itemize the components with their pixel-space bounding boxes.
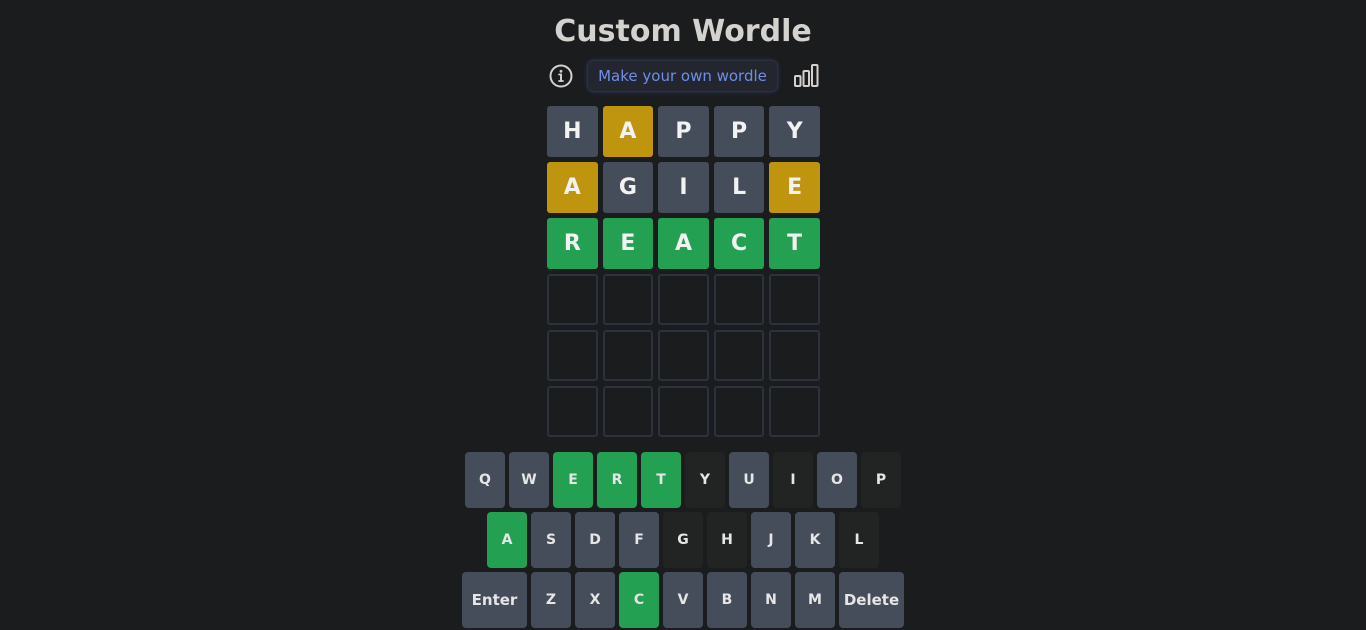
letter-tile-empty xyxy=(713,386,765,437)
letter-tile-empty xyxy=(658,386,709,437)
key-g[interactable]: G xyxy=(663,512,703,568)
keyboard-row: QWERTYUIOP xyxy=(0,452,1366,508)
keyboard-row: Enter Z X C V B N M Delete xyxy=(0,572,1366,628)
key-o[interactable]: O xyxy=(817,452,857,508)
letter-tile-absent: P xyxy=(713,106,765,157)
key-w[interactable]: W xyxy=(509,452,549,508)
key-enter[interactable]: Enter xyxy=(462,572,527,628)
key-r[interactable]: R xyxy=(597,452,637,508)
key-b[interactable]: B xyxy=(707,572,747,628)
letter-tile-absent: Y xyxy=(769,106,820,157)
key-t[interactable]: T xyxy=(641,452,681,508)
letter-tile-empty xyxy=(547,274,598,325)
key-p[interactable]: P xyxy=(861,452,901,508)
key-z[interactable]: Z xyxy=(531,572,571,628)
letter-tile-absent: H xyxy=(547,106,598,157)
letter-tile-empty xyxy=(547,330,598,381)
board-row: AGILE xyxy=(547,162,820,213)
key-a[interactable]: A xyxy=(487,512,527,568)
key-e[interactable]: E xyxy=(553,452,593,508)
page-title: Custom Wordle xyxy=(554,14,812,49)
letter-tile-correct: R xyxy=(547,218,598,269)
game-board: HAPPYAGILEREACT xyxy=(547,106,820,442)
letter-tile-empty xyxy=(713,274,765,325)
key-q[interactable]: Q xyxy=(465,452,505,508)
bar-chart-icon xyxy=(794,64,819,87)
key-k[interactable]: K xyxy=(795,512,835,568)
letter-tile-correct: C xyxy=(713,218,765,269)
key-v[interactable]: V xyxy=(663,572,703,628)
info-button[interactable] xyxy=(548,63,574,89)
key-u[interactable]: U xyxy=(729,452,769,508)
key-d[interactable]: D xyxy=(575,512,615,568)
board-row xyxy=(547,274,820,325)
key-h[interactable]: H xyxy=(707,512,747,568)
letter-tile-empty xyxy=(713,330,765,381)
letter-tile-empty xyxy=(658,330,709,381)
toolbar: Make your own wordle xyxy=(547,59,820,93)
letter-tile-present: A xyxy=(547,162,598,213)
letter-tile-absent: L xyxy=(713,162,765,213)
key-n[interactable]: N xyxy=(751,572,791,628)
letter-tile-empty xyxy=(769,274,820,325)
letter-tile-empty xyxy=(547,386,598,437)
letter-tile-correct: A xyxy=(658,218,709,269)
letter-tile-empty xyxy=(602,330,654,381)
letter-tile-correct: T xyxy=(769,218,820,269)
letter-tile-absent: G xyxy=(602,162,654,213)
key-l[interactable]: L xyxy=(839,512,879,568)
letter-tile-present: A xyxy=(602,106,654,157)
key-c[interactable]: C xyxy=(619,572,659,628)
board-row: HAPPY xyxy=(547,106,820,157)
on-screen-keyboard: Q W E R T Y U I O P A S D F G H J K L Enter Z X C V B N M Delete xyxy=(0,452,1366,630)
letter-tile-absent: P xyxy=(658,106,709,157)
key-y[interactable]: Y xyxy=(685,452,725,508)
key-x[interactable]: X xyxy=(575,572,615,628)
letter-tile-empty xyxy=(658,274,709,325)
letter-tile-empty xyxy=(602,386,654,437)
key-s[interactable]: S xyxy=(531,512,571,568)
key-m[interactable]: M xyxy=(795,572,835,628)
letter-tile-empty xyxy=(769,330,820,381)
keyboard-row: ASDFGHJKL xyxy=(0,512,1366,568)
letter-tile-empty xyxy=(769,386,820,437)
wordle-page: Custom Wordle Make your own wordle HAPPY… xyxy=(0,0,1366,630)
key-j[interactable]: J xyxy=(751,512,791,568)
make-your-own-wordle-button[interactable]: Make your own wordle xyxy=(587,60,778,92)
key-f[interactable]: F xyxy=(619,512,659,568)
board-row xyxy=(547,386,820,437)
letter-tile-correct: E xyxy=(602,218,654,269)
board-row: REACT xyxy=(547,218,820,269)
letter-tile-absent: I xyxy=(658,162,709,213)
board-row xyxy=(547,330,820,381)
info-circle-icon xyxy=(549,64,573,88)
letter-tile-empty xyxy=(602,274,654,325)
letter-tile-present: E xyxy=(769,162,820,213)
key-i[interactable]: I xyxy=(773,452,813,508)
statistics-button[interactable] xyxy=(792,63,820,89)
key-delete[interactable]: Delete xyxy=(839,572,904,628)
